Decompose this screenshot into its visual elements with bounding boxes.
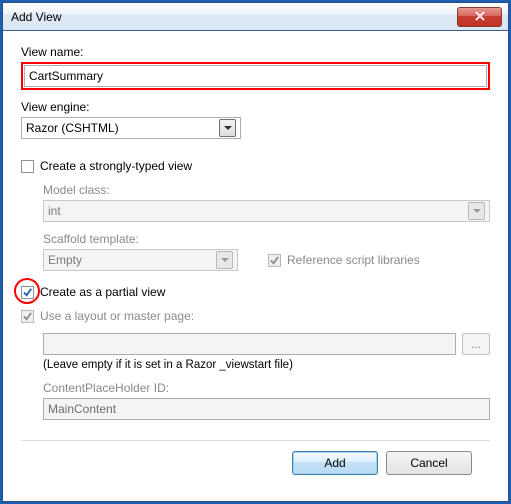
cph-input <box>43 398 490 420</box>
chevron-down-icon <box>468 202 485 220</box>
scaffold-value: Empty <box>48 253 216 267</box>
scaffold-select: Empty <box>43 249 238 271</box>
layout-hint: (Leave empty if it is set in a Razor _vi… <box>43 359 490 371</box>
ref-scripts-label: Reference script libraries <box>287 253 420 267</box>
strongly-typed-checkbox[interactable] <box>21 160 34 173</box>
view-engine-label: View engine: <box>21 100 490 114</box>
close-button[interactable] <box>457 7 502 27</box>
model-class-value: int <box>48 204 468 218</box>
use-layout-label: Use a layout or master page: <box>40 309 194 323</box>
browse-button: ... <box>462 333 490 355</box>
chevron-down-icon <box>219 119 236 137</box>
titlebar: Add View <box>3 3 508 31</box>
partial-view-label: Create as a partial view <box>40 285 165 299</box>
add-button[interactable]: Add <box>292 451 378 475</box>
layout-path-input <box>43 333 456 355</box>
cph-label: ContentPlaceHolder ID: <box>43 381 490 395</box>
view-name-input[interactable] <box>24 65 487 87</box>
browse-label: ... <box>471 337 481 351</box>
highlight-view-name <box>21 62 490 90</box>
view-engine-value: Razor (CSHTML) <box>26 121 219 135</box>
view-engine-select[interactable]: Razor (CSHTML) <box>21 117 241 139</box>
add-view-dialog: Add View View name: View engine: <box>2 2 509 502</box>
dialog-footer: Add Cancel <box>21 440 490 489</box>
cancel-button[interactable]: Cancel <box>386 451 472 475</box>
model-class-label: Model class: <box>43 183 490 197</box>
scaffold-label: Scaffold template: <box>43 232 490 246</box>
ref-scripts-checkbox <box>268 254 281 267</box>
close-icon <box>475 8 485 26</box>
cancel-button-label: Cancel <box>410 456 447 470</box>
chevron-down-icon <box>216 251 233 269</box>
view-name-label: View name: <box>21 45 490 59</box>
partial-view-checkbox[interactable] <box>21 286 34 299</box>
add-button-label: Add <box>324 456 345 470</box>
model-class-select: int <box>43 200 490 222</box>
dialog-title: Add View <box>11 10 457 24</box>
strongly-typed-label: Create a strongly-typed view <box>40 159 192 173</box>
use-layout-checkbox <box>21 310 34 323</box>
